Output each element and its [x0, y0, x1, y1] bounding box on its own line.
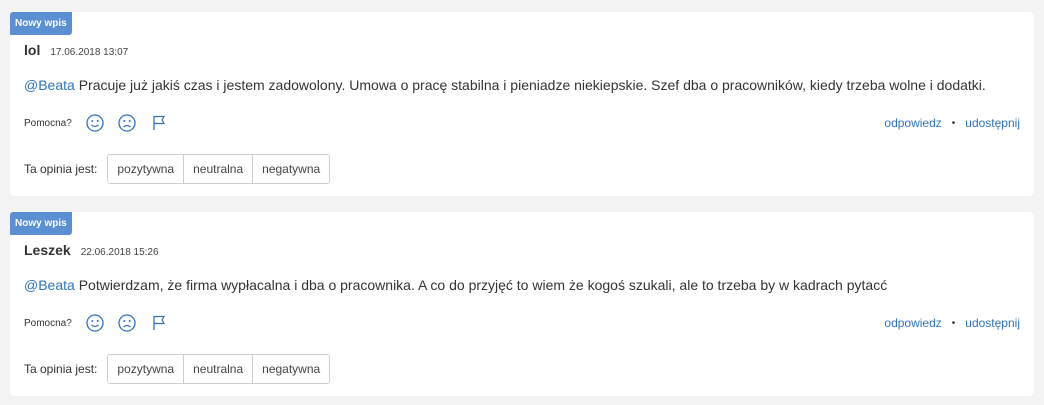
- mention-link[interactable]: @Beata: [24, 277, 75, 293]
- helpful-label: Pomocna?: [24, 317, 72, 329]
- review-card: Nowy wpis Leszek 22.06.2018 15:26 @Beata…: [10, 212, 1034, 396]
- smile-face-icon[interactable]: [84, 312, 106, 334]
- new-entry-badge: Nowy wpis: [10, 212, 72, 235]
- review-text: @Beata Pracuje już jakiś czas i jestem z…: [24, 75, 1024, 95]
- helpful-row: Pomocna?: [24, 312, 180, 334]
- review-date: 22.06.2018 15:26: [80, 247, 159, 258]
- rating-positive-button[interactable]: pozytywna: [108, 155, 185, 183]
- review-date: 17.06.2018 13:07: [50, 47, 129, 58]
- rating-positive-button[interactable]: pozytywna: [108, 355, 185, 383]
- mention-link[interactable]: @Beata: [24, 77, 75, 93]
- rating-negative-button[interactable]: negatywna: [253, 355, 330, 383]
- share-link[interactable]: udostępnij: [965, 116, 1020, 130]
- link-separator: •: [951, 117, 956, 129]
- smile-face-icon[interactable]: [84, 112, 106, 134]
- review-card: Nowy wpis lol 17.06.2018 13:07 @Beata Pr…: [10, 12, 1034, 196]
- new-entry-badge: Nowy wpis: [10, 12, 72, 35]
- action-links: odpowiedz • udostępnij: [884, 116, 1020, 130]
- author-name: Leszek: [24, 242, 71, 258]
- review-header: Leszek 22.06.2018 15:26: [24, 242, 159, 258]
- reply-link[interactable]: odpowiedz: [884, 316, 941, 330]
- sad-face-icon[interactable]: [116, 112, 138, 134]
- review-text: @Beata Potwierdzam, że firma wypłacalna …: [24, 275, 1024, 295]
- reply-link[interactable]: odpowiedz: [884, 116, 941, 130]
- link-separator: •: [951, 317, 956, 329]
- author-name: lol: [24, 42, 41, 58]
- rating-neutral-button[interactable]: neutralna: [184, 155, 254, 183]
- rating-row: Ta opinia jest: pozytywna neutralna nega…: [24, 154, 331, 184]
- helpful-label: Pomocna?: [24, 117, 72, 129]
- rating-segmented-control: pozytywna neutralna negatywna: [107, 154, 331, 184]
- rating-segmented-control: pozytywna neutralna negatywna: [107, 354, 331, 384]
- rating-row: Ta opinia jest: pozytywna neutralna nega…: [24, 354, 331, 384]
- rating-label: Ta opinia jest:: [24, 162, 98, 176]
- action-links: odpowiedz • udostępnij: [884, 316, 1020, 330]
- share-link[interactable]: udostępnij: [965, 316, 1020, 330]
- review-body: Potwierdzam, że firma wypłacalna i dba o…: [74, 277, 888, 293]
- review-header: lol 17.06.2018 13:07: [24, 42, 128, 58]
- review-body: Pracuje już jakiś czas i jestem zadowolo…: [74, 77, 986, 93]
- flag-icon[interactable]: [148, 112, 170, 134]
- rating-negative-button[interactable]: negatywna: [253, 155, 330, 183]
- rating-neutral-button[interactable]: neutralna: [184, 355, 254, 383]
- flag-icon[interactable]: [148, 312, 170, 334]
- helpful-row: Pomocna?: [24, 112, 180, 134]
- rating-label: Ta opinia jest:: [24, 362, 98, 376]
- sad-face-icon[interactable]: [116, 312, 138, 334]
